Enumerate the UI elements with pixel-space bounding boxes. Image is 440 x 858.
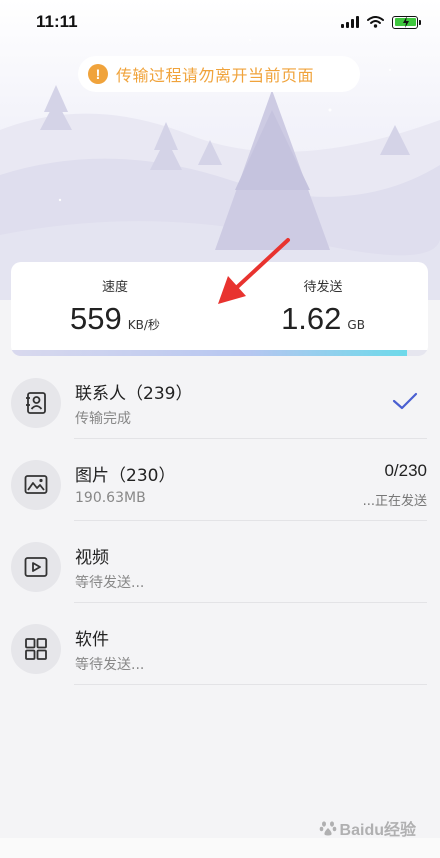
watermark-text: Baidu经验 bbox=[339, 822, 416, 839]
annotation-arrow-icon bbox=[218, 238, 290, 304]
status-bar: 11:11 bbox=[0, 0, 440, 44]
item-title: 联系人（239） bbox=[75, 384, 193, 404]
paw-logo-icon bbox=[319, 821, 336, 836]
video-icon bbox=[11, 542, 61, 592]
speed-value: 559 bbox=[70, 301, 122, 336]
transfer-warning-notice: ! 传输过程请勿离开当前页面 bbox=[78, 56, 360, 92]
transfer-progress-fill bbox=[11, 350, 408, 356]
speed-unit: KB/秒 bbox=[127, 318, 160, 332]
divider bbox=[74, 684, 427, 685]
item-title: 软件 bbox=[75, 630, 109, 650]
item-title: 图片（230） bbox=[75, 466, 176, 486]
wifi-icon bbox=[367, 16, 384, 28]
speed-label: 速度 bbox=[101, 280, 128, 295]
battery-icon bbox=[392, 15, 421, 29]
item-subtitle: 190.63MB bbox=[75, 490, 146, 506]
item-state: ...正在发送 bbox=[362, 494, 427, 509]
apps-icon bbox=[11, 624, 61, 674]
list-item-images[interactable]: 图片（230） 190.63MB 0/230 ...正在发送 bbox=[0, 439, 440, 521]
list-item-apps[interactable]: 软件 等待发送... bbox=[0, 603, 440, 685]
pending-unit: GB bbox=[347, 318, 365, 332]
bottom-strip bbox=[0, 838, 440, 858]
notice-text: 传输过程请勿离开当前页面 bbox=[116, 66, 315, 85]
item-count: 0/230 bbox=[384, 461, 427, 480]
cellular-signal-icon bbox=[341, 16, 359, 28]
status-icons bbox=[341, 15, 421, 29]
item-subtitle: 等待发送... bbox=[75, 657, 145, 673]
transfer-progress-bar bbox=[11, 350, 428, 356]
baidu-watermark: Baidu经验 bbox=[319, 816, 416, 840]
list-item-videos[interactable]: 视频 等待发送... bbox=[0, 521, 440, 603]
image-icon bbox=[11, 460, 61, 510]
list-item-contacts[interactable]: 联系人（239） 传输完成 bbox=[0, 357, 440, 439]
item-subtitle: 传输完成 bbox=[75, 411, 131, 427]
warning-icon: ! bbox=[88, 64, 108, 84]
item-subtitle: 等待发送... bbox=[75, 575, 145, 591]
check-icon bbox=[392, 392, 418, 410]
status-time: 11:11 bbox=[36, 12, 78, 31]
transfer-item-list: 联系人（239） 传输完成 图片（230） 190.63MB 0/230 ...… bbox=[0, 357, 440, 685]
speed-stat: 速度 559 KB/秒 bbox=[11, 262, 219, 350]
contacts-icon bbox=[11, 378, 61, 428]
charging-bolt-icon bbox=[402, 16, 409, 28]
item-title: 视频 bbox=[75, 548, 109, 568]
